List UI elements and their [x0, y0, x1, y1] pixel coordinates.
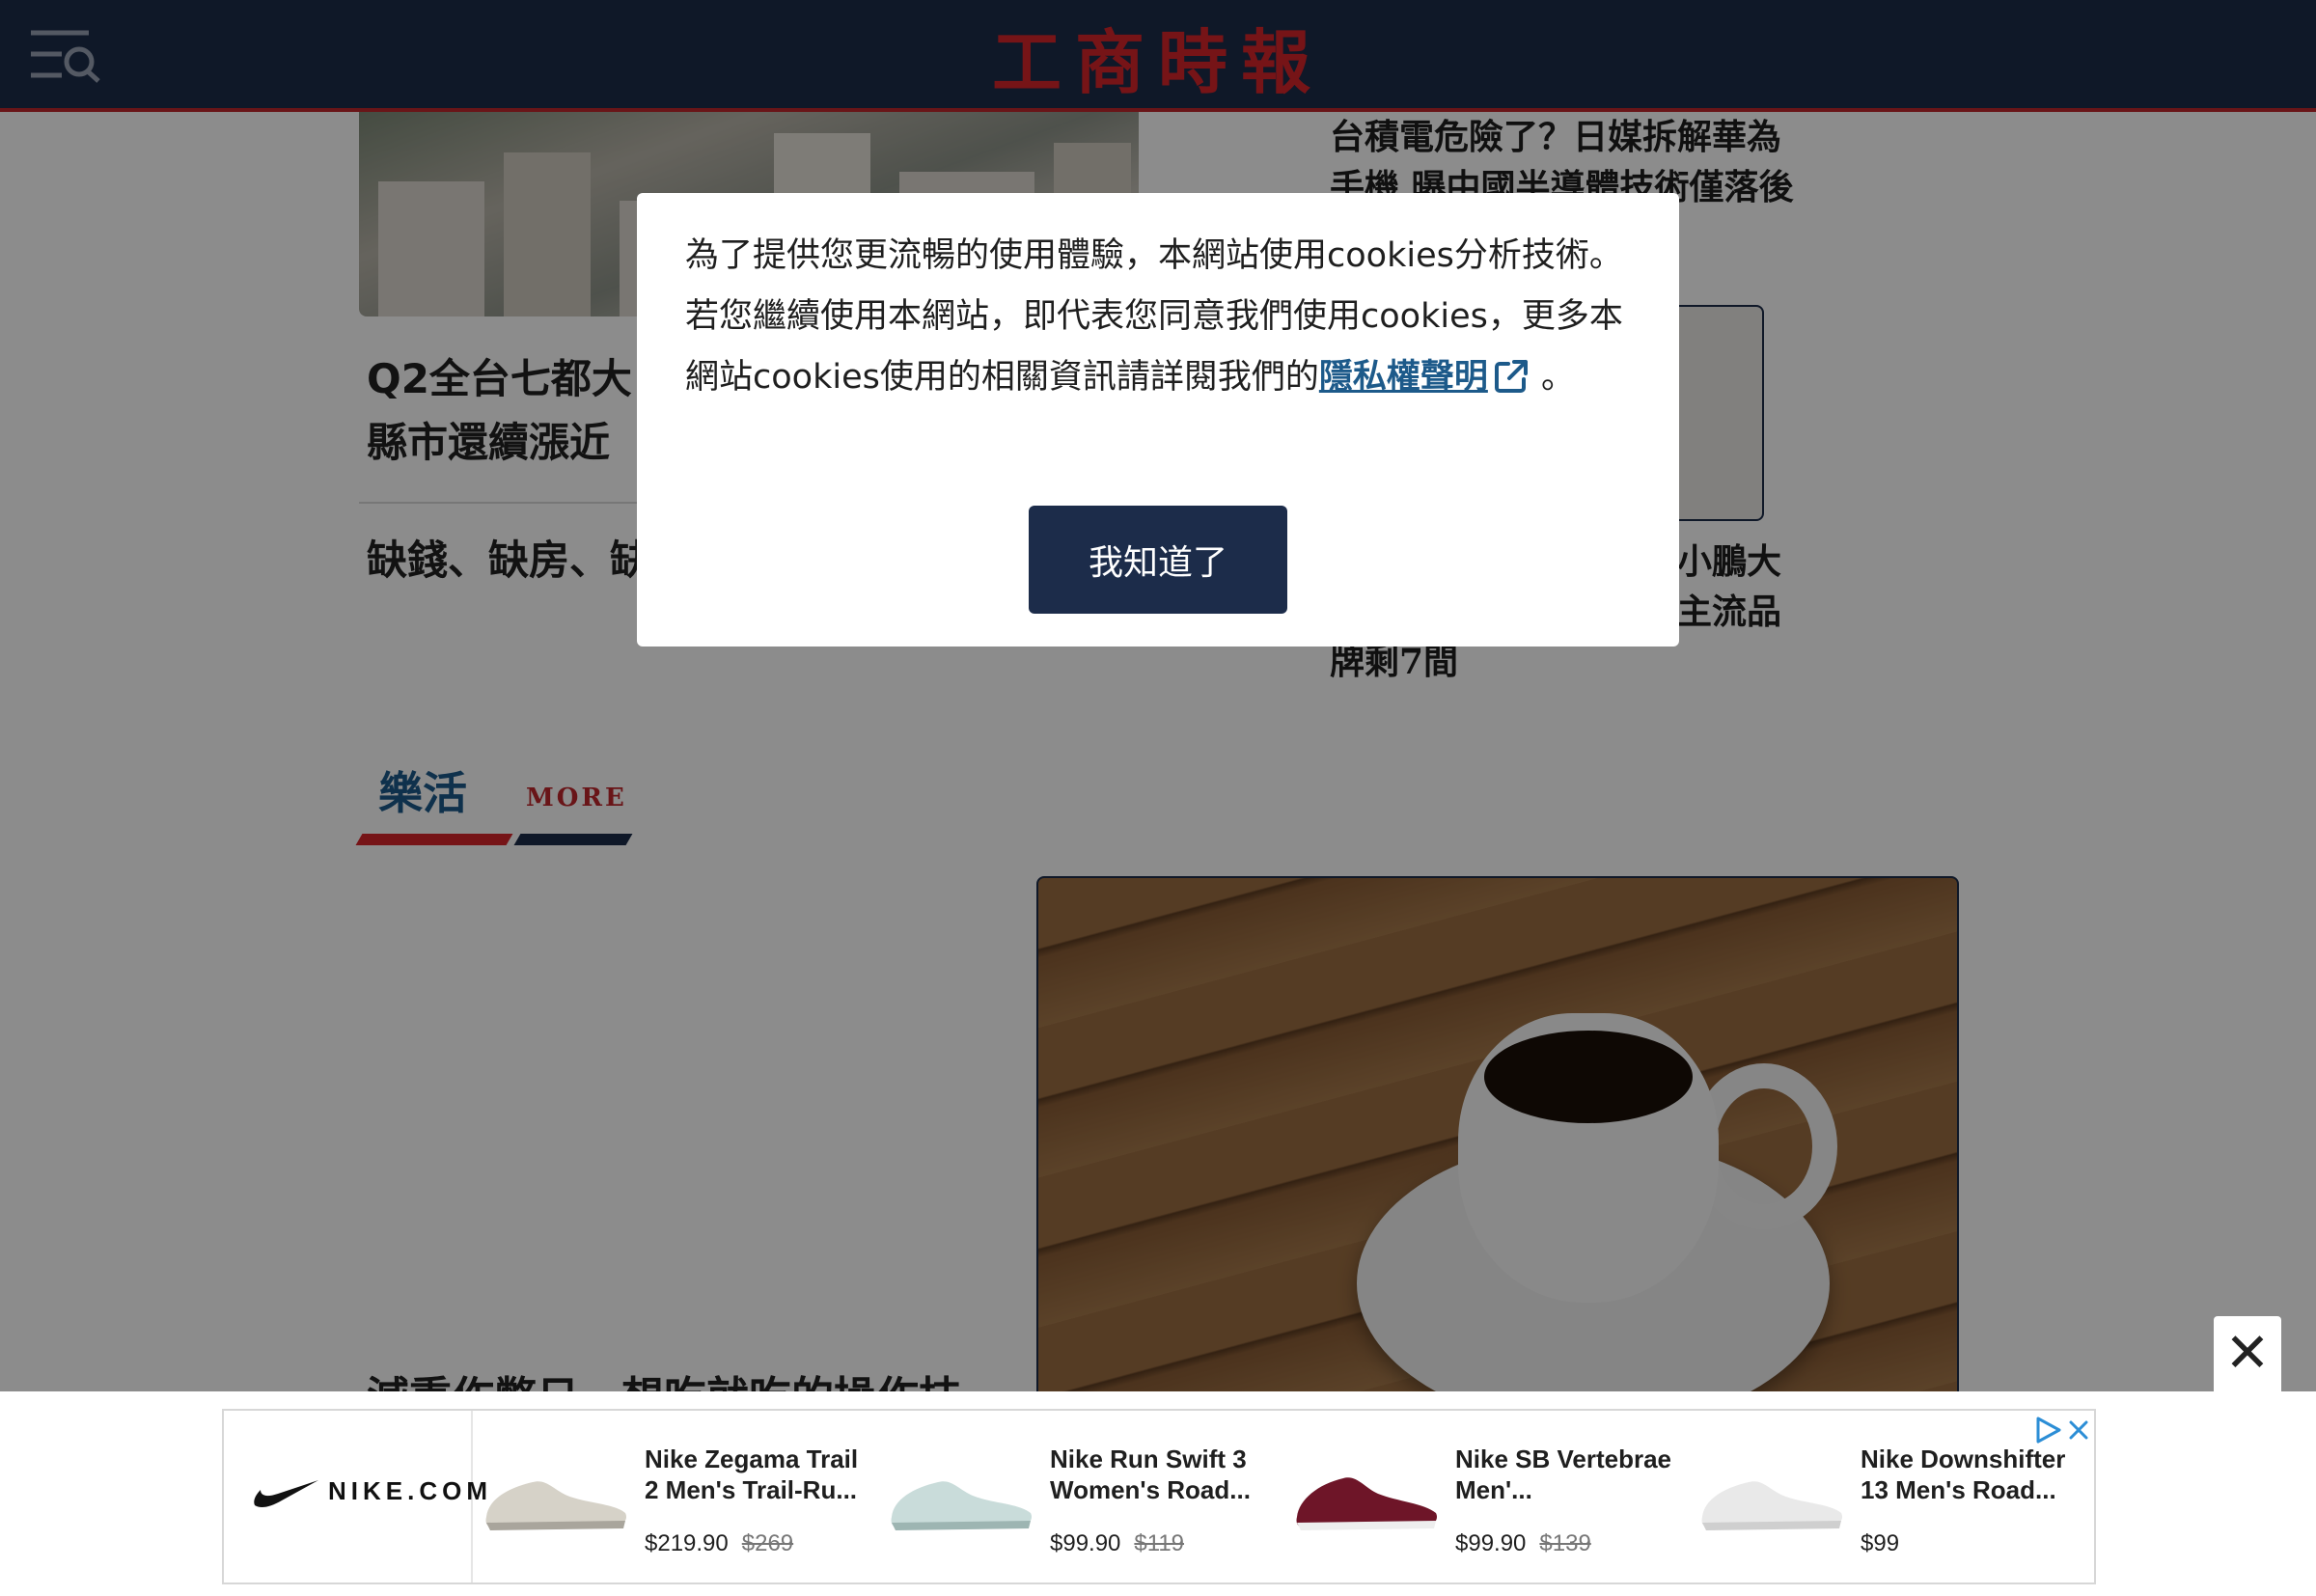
- ad-product-3[interactable]: Nike SB Vertebrae Men'... $99.90 $139: [1282, 1411, 1687, 1582]
- nike-swoosh-icon: [254, 1480, 318, 1508]
- ad-product-title: Nike Run Swift 3 Women's Road...: [1050, 1445, 1251, 1504]
- ad-product-price: $219.90 $269: [645, 1530, 794, 1556]
- shoe-image: [891, 1481, 1033, 1530]
- ad-product-price: $99: [1861, 1530, 1900, 1556]
- ad-product-4[interactable]: Nike Downshifter 13 Men's Road... $99: [1687, 1411, 2092, 1582]
- ad-dismiss-icon[interactable]: [2063, 1415, 2094, 1445]
- shoe-image: [485, 1481, 627, 1530]
- accept-cookies-button[interactable]: 我知道了: [1029, 506, 1287, 614]
- cookie-tail: 。: [1530, 358, 1575, 397]
- external-link-icon[interactable]: [1492, 357, 1530, 396]
- ad-product-price: $99.90 $119: [1050, 1530, 1185, 1556]
- cookie-consent-dialog: 為了提供您更流暢的使用體驗，本網站使用cookies分析技術。若您繼續使用本網站…: [637, 193, 1679, 647]
- ad-product-1[interactable]: Nike Zegama Trail 2 Men's Trail-Ru... $2…: [471, 1411, 876, 1582]
- ad-product-price: $99.90 $139: [1455, 1530, 1591, 1556]
- ad-product-title: Nike Zegama Trail 2 Men's Trail-Ru...: [645, 1445, 859, 1504]
- shoe-image: [1296, 1477, 1438, 1530]
- ad-brand[interactable]: NIKE.COM: [224, 1411, 487, 1582]
- shoe-image: [1701, 1481, 1843, 1530]
- ad-product-title: Nike SB Vertebrae Men'...: [1455, 1445, 1672, 1504]
- ad-close-button[interactable]: ✕: [2214, 1316, 2281, 1391]
- cookie-message: 為了提供您更流暢的使用體驗，本網站使用cookies分析技術。若您繼續使用本網站…: [685, 226, 1631, 408]
- ad-choices-icon[interactable]: [2032, 1415, 2063, 1445]
- ad-brand-name: NIKE.COM: [328, 1476, 492, 1505]
- ad-product-2[interactable]: Nike Run Swift 3 Women's Road... $99.90 $…: [876, 1411, 1282, 1582]
- ad-banner[interactable]: NIKE.COM Nike Zegama Trail 2 Men's Trail…: [222, 1409, 2096, 1584]
- ad-product-title: Nike Downshifter 13 Men's Road...: [1861, 1445, 2066, 1504]
- privacy-policy-link[interactable]: 隱私權聲明: [1319, 358, 1488, 397]
